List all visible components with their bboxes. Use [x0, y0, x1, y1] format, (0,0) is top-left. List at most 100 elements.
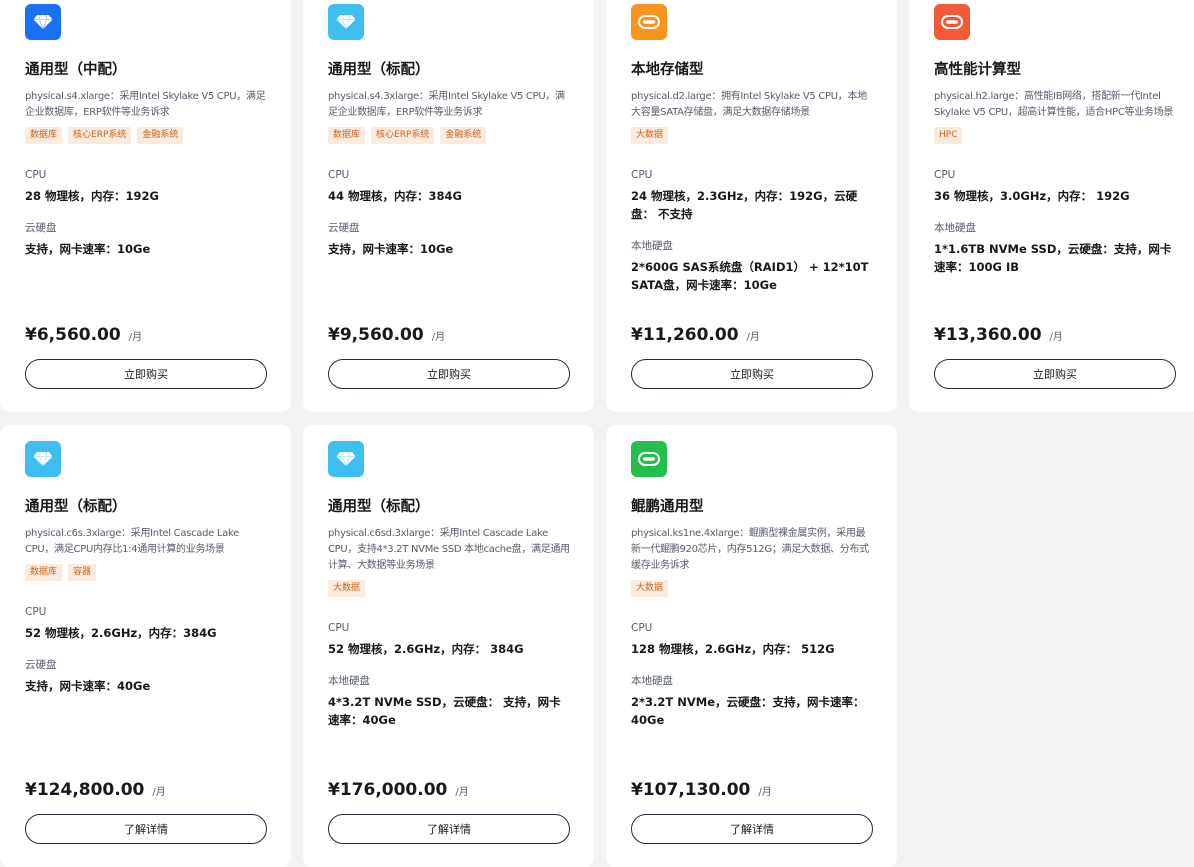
disk-label: 云硬盘 — [25, 659, 57, 671]
card-title: 通用型（标配） — [328, 62, 430, 78]
product-card: 通用型（标配） physical.c6s.3xlarge：采用Intel Cas… — [0, 425, 291, 867]
price: ¥107,130.00 — [631, 780, 751, 800]
tag: 大数据 — [631, 127, 669, 144]
tag: 核心ERP系统 — [68, 127, 132, 144]
disk-label: 云硬盘 — [25, 222, 57, 234]
card-description: physical.s4.xlarge：采用Intel Skylake V5 CP… — [25, 91, 266, 118]
diamond-icon — [328, 4, 364, 40]
disk-value: 支持，网卡速率：10Ge — [25, 242, 151, 256]
cpu-label: CPU — [25, 169, 47, 181]
product-card: 通用型（标配） physical.c6sd.3xlarge：采用Intel Ca… — [303, 425, 594, 867]
diamond-icon — [25, 441, 61, 477]
tag-list: 大数据 — [328, 580, 570, 597]
price-unit: /月 — [1049, 332, 1063, 343]
buy-now-button[interactable]: 立即购买 — [934, 359, 1176, 389]
price-unit: /月 — [746, 332, 760, 343]
price-row: ¥176,000.00 /月 — [328, 780, 469, 800]
price-unit: /月 — [758, 787, 772, 798]
diamond-icon — [328, 441, 364, 477]
price: ¥9,560.00 — [328, 325, 424, 345]
disk-icon — [631, 441, 667, 477]
card-title: 通用型（标配） — [328, 499, 430, 515]
disk-label: 本地硬盘 — [934, 222, 976, 234]
price: ¥176,000.00 — [328, 780, 448, 800]
price-row: ¥107,130.00 /月 — [631, 780, 772, 800]
tag: 金融系统 — [137, 127, 184, 144]
tag-list: 数据库 核心ERP系统 金融系统 — [328, 127, 570, 144]
disk-label: 本地硬盘 — [328, 675, 370, 687]
cpu-value: 28 物理核，内存：192G — [25, 189, 159, 203]
cpu-label: CPU — [631, 622, 653, 634]
price-unit: /月 — [455, 787, 469, 798]
disk-value: 4*3.2T NVMe SSD，云硬盘： 支持，网卡速率：40Ge — [328, 695, 561, 727]
product-card: 高性能计算型 physical.h2.large：高性能IB网络，搭配新一代In… — [909, 0, 1194, 412]
price: ¥11,260.00 — [631, 325, 739, 345]
product-card: 通用型（中配） physical.s4.xlarge：采用Intel Skyla… — [0, 0, 291, 412]
cpu-value: 36 物理核，3.0GHz，内存： 192G — [934, 189, 1130, 203]
card-description: physical.d2.large：拥有Intel Skylake V5 CPU… — [631, 91, 867, 118]
disk-icon — [631, 4, 667, 40]
product-card: 本地存储型 physical.d2.large：拥有Intel Skylake … — [606, 0, 897, 412]
tag: 大数据 — [328, 580, 366, 597]
cpu-label: CPU — [328, 169, 350, 181]
card-description: physical.c6s.3xlarge：采用Intel Cascade Lak… — [25, 528, 239, 555]
tag: 数据库 — [25, 127, 63, 144]
cpu-value: 128 物理核，2.6GHz，内存： 512G — [631, 642, 835, 656]
diamond-icon — [25, 4, 61, 40]
disk-value: 支持，网卡速率：40Ge — [25, 679, 151, 693]
price: ¥6,560.00 — [25, 325, 121, 345]
disk-icon — [934, 4, 970, 40]
cpu-label: CPU — [328, 622, 350, 634]
tag-list: 数据库 核心ERP系统 金融系统 — [25, 127, 267, 144]
product-card: 鲲鹏通用型 physical.ks1ne.4xlarge：鲲鹏型裸金属实例，采用… — [606, 425, 897, 867]
card-title: 通用型（中配） — [25, 62, 127, 78]
tag-list: 大数据 — [631, 580, 873, 597]
price-row: ¥124,800.00 /月 — [25, 780, 166, 800]
price: ¥13,360.00 — [934, 325, 1042, 345]
buy-now-button[interactable]: 立即购买 — [631, 359, 873, 389]
price-row: ¥6,560.00 /月 — [25, 325, 142, 345]
cpu-value: 52 物理核，2.6GHz，内存：384G — [25, 626, 217, 640]
learn-more-button[interactable]: 了解详情 — [25, 814, 267, 844]
buy-now-button[interactable]: 立即购买 — [328, 359, 570, 389]
tag: 容器 — [68, 564, 97, 581]
tag-list: 大数据 — [631, 127, 873, 144]
disk-label: 云硬盘 — [328, 222, 360, 234]
cpu-label: CPU — [934, 169, 956, 181]
card-description: physical.c6sd.3xlarge：采用Intel Cascade La… — [328, 528, 570, 571]
disk-value: 2*3.2T NVMe，云硬盘：支持，网卡速率：40Ge — [631, 695, 865, 727]
cpu-value: 44 物理核，内存：384G — [328, 189, 462, 203]
tag: 数据库 — [328, 127, 366, 144]
disk-value: 2*600G SAS系统盘（RAID1） + 12*10T SATA盘，网卡速率… — [631, 260, 869, 292]
price-row: ¥13,360.00 /月 — [934, 325, 1063, 345]
price-row: ¥9,560.00 /月 — [328, 325, 445, 345]
tag: 核心ERP系统 — [371, 127, 435, 144]
price: ¥124,800.00 — [25, 780, 145, 800]
disk-label: 本地硬盘 — [631, 675, 673, 687]
tag-list: 数据库 容器 — [25, 564, 267, 581]
cpu-label: CPU — [631, 169, 653, 181]
disk-value: 支持，网卡速率：10Ge — [328, 242, 454, 256]
learn-more-button[interactable]: 了解详情 — [631, 814, 873, 844]
buy-now-button[interactable]: 立即购买 — [25, 359, 267, 389]
price-unit: /月 — [128, 332, 143, 343]
card-description: physical.s4.3xlarge：采用Intel Skylake V5 C… — [328, 91, 565, 118]
card-title: 通用型（标配） — [25, 499, 127, 515]
card-title: 鲲鹏通用型 — [631, 499, 704, 515]
disk-label: 本地硬盘 — [631, 240, 673, 252]
tag: 金融系统 — [440, 127, 487, 144]
product-grid: 通用型（中配） physical.s4.xlarge：采用Intel Skyla… — [0, 0, 1194, 867]
tag: 大数据 — [631, 580, 669, 597]
card-description: physical.ks1ne.4xlarge：鲲鹏型裸金属实例，采用最新一代鲲鹏… — [631, 528, 869, 571]
tag-list: HPC — [934, 127, 1176, 144]
disk-value: 1*1.6TB NVMe SSD，云硬盘：支持，网卡速率：100G IB — [934, 242, 1172, 274]
price-row: ¥11,260.00 /月 — [631, 325, 760, 345]
tag: 数据库 — [25, 564, 63, 581]
product-card: 通用型（标配） physical.s4.3xlarge：采用Intel Skyl… — [303, 0, 594, 412]
cpu-value: 52 物理核，2.6GHz，内存： 384G — [328, 642, 524, 656]
learn-more-button[interactable]: 了解详情 — [328, 814, 570, 844]
card-title: 高性能计算型 — [934, 62, 1021, 78]
price-unit: /月 — [431, 332, 446, 343]
card-title: 本地存储型 — [631, 62, 704, 78]
tag: HPC — [934, 127, 963, 144]
